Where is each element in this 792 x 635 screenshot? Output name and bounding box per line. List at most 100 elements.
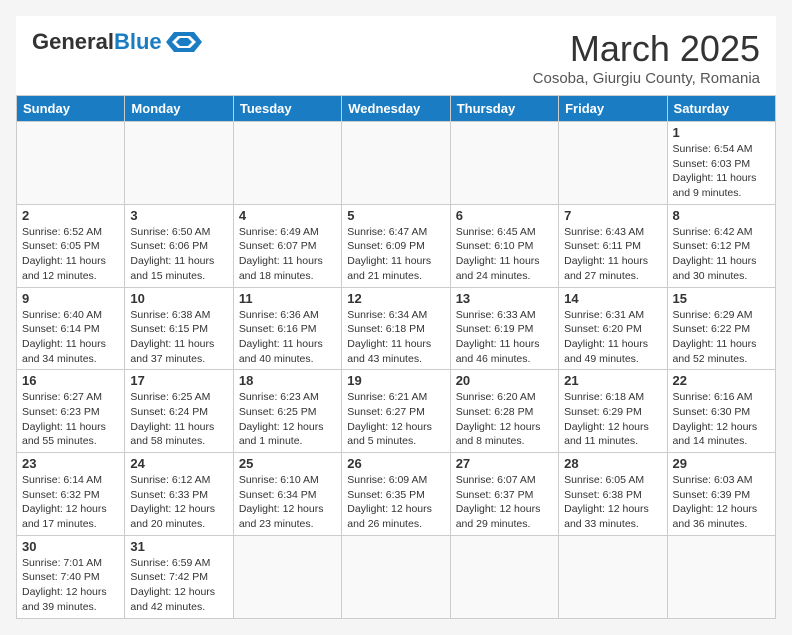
calendar-cell: 18 Sunrise: 6:23 AM Sunset: 6:25 PM Dayli… <box>233 370 341 453</box>
day-info: Sunrise: 6:36 AM Sunset: 6:16 PM Dayligh… <box>239 308 336 367</box>
calendar-cell: 8Sunrise: 6:42 AM Sunset: 6:12 PM Daylig… <box>667 204 775 287</box>
day-number: 18 <box>239 373 336 388</box>
day-number: 12 <box>347 291 444 306</box>
calendar-cell: 17 Sunrise: 6:25 AM Sunset: 6:24 PM Dayli… <box>125 370 233 453</box>
day-number: 25 <box>239 456 336 471</box>
day-number: 11 <box>239 291 336 306</box>
day-info: Sunrise: 6:50 AM Sunset: 6:06 PM Dayligh… <box>130 225 227 284</box>
day-number: 7 <box>564 208 661 223</box>
calendar: Sunday Monday Tuesday Wednesday Thursday… <box>16 95 776 619</box>
calendar-cell: 13 Sunrise: 6:33 AM Sunset: 6:19 PM Dayli… <box>450 287 558 370</box>
day-number: 10 <box>130 291 227 306</box>
day-number: 13 <box>456 291 553 306</box>
day-number: 28 <box>564 456 661 471</box>
day-number: 9 <box>22 291 119 306</box>
day-number: 4 <box>239 208 336 223</box>
day-info: Sunrise: 6:25 AM Sunset: 6:24 PM Dayligh… <box>130 390 227 449</box>
day-info: Sunrise: 6:47 AM Sunset: 6:09 PM Dayligh… <box>347 225 444 284</box>
calendar-week-row: 23 Sunrise: 6:14 AM Sunset: 6:32 PM Dayli… <box>17 453 776 536</box>
calendar-cell: 11 Sunrise: 6:36 AM Sunset: 6:16 PM Dayli… <box>233 287 341 370</box>
day-info: Sunrise: 6:18 AM Sunset: 6:29 PM Dayligh… <box>564 390 661 449</box>
calendar-cell: 31Sunrise: 6:59 AM Sunset: 7:42 PM Dayli… <box>125 535 233 618</box>
calendar-cell <box>233 535 341 618</box>
calendar-week-row: 2 Sunrise: 6:52 AM Sunset: 6:05 PM Daylig… <box>17 204 776 287</box>
day-info: Sunrise: 6:43 AM Sunset: 6:11 PM Dayligh… <box>564 225 661 284</box>
day-info: Sunrise: 6:52 AM Sunset: 6:05 PM Dayligh… <box>22 225 119 284</box>
calendar-cell <box>233 122 341 205</box>
day-info: Sunrise: 6:07 AM Sunset: 6:37 PM Dayligh… <box>456 473 553 532</box>
calendar-cell: 4Sunrise: 6:49 AM Sunset: 6:07 PM Daylig… <box>233 204 341 287</box>
col-thursday: Thursday <box>450 96 558 122</box>
calendar-cell <box>450 122 558 205</box>
col-friday: Friday <box>559 96 667 122</box>
calendar-cell: 9 Sunrise: 6:40 AM Sunset: 6:14 PM Daylig… <box>17 287 125 370</box>
day-info: Sunrise: 6:34 AM Sunset: 6:18 PM Dayligh… <box>347 308 444 367</box>
day-info: Sunrise: 6:14 AM Sunset: 6:32 PM Dayligh… <box>22 473 119 532</box>
calendar-cell <box>17 122 125 205</box>
calendar-cell: 30 Sunrise: 7:01 AM Sunset: 7:40 PM Dayli… <box>17 535 125 618</box>
title-block: March 2025 Cosoba, Giurgiu County, Roman… <box>533 28 760 87</box>
calendar-cell: 6Sunrise: 6:45 AM Sunset: 6:10 PM Daylig… <box>450 204 558 287</box>
day-info: Sunrise: 7:01 AM Sunset: 7:40 PM Dayligh… <box>22 556 119 615</box>
day-number: 21 <box>564 373 661 388</box>
calendar-cell: 3Sunrise: 6:50 AM Sunset: 6:06 PM Daylig… <box>125 204 233 287</box>
day-info: Sunrise: 6:20 AM Sunset: 6:28 PM Dayligh… <box>456 390 553 449</box>
day-number: 15 <box>673 291 770 306</box>
day-info: Sunrise: 6:03 AM Sunset: 6:39 PM Dayligh… <box>673 473 770 532</box>
header: GeneralBlue March 2025 Cosoba, Giurgiu C… <box>16 16 776 95</box>
calendar-cell: 15Sunrise: 6:29 AM Sunset: 6:22 PM Dayli… <box>667 287 775 370</box>
calendar-cell: 27 Sunrise: 6:07 AM Sunset: 6:37 PM Dayli… <box>450 453 558 536</box>
day-info: Sunrise: 6:21 AM Sunset: 6:27 PM Dayligh… <box>347 390 444 449</box>
col-tuesday: Tuesday <box>233 96 341 122</box>
calendar-cell: 29Sunrise: 6:03 AM Sunset: 6:39 PM Dayli… <box>667 453 775 536</box>
day-number: 17 <box>130 373 227 388</box>
calendar-cell <box>342 122 450 205</box>
day-info: Sunrise: 6:09 AM Sunset: 6:35 PM Dayligh… <box>347 473 444 532</box>
col-sunday: Sunday <box>17 96 125 122</box>
day-number: 24 <box>130 456 227 471</box>
day-info: Sunrise: 6:38 AM Sunset: 6:15 PM Dayligh… <box>130 308 227 367</box>
logo: GeneralBlue <box>32 28 202 56</box>
logo-general: General <box>32 29 114 54</box>
day-number: 2 <box>22 208 119 223</box>
calendar-cell <box>559 535 667 618</box>
calendar-cell: 21 Sunrise: 6:18 AM Sunset: 6:29 PM Dayli… <box>559 370 667 453</box>
day-number: 27 <box>456 456 553 471</box>
day-info: Sunrise: 6:31 AM Sunset: 6:20 PM Dayligh… <box>564 308 661 367</box>
day-number: 14 <box>564 291 661 306</box>
day-number: 19 <box>347 373 444 388</box>
subtitle: Cosoba, Giurgiu County, Romania <box>533 70 760 87</box>
calendar-cell: 23 Sunrise: 6:14 AM Sunset: 6:32 PM Dayli… <box>17 453 125 536</box>
day-number: 8 <box>673 208 770 223</box>
logo-blue: Blue <box>114 29 162 54</box>
day-info: Sunrise: 6:54 AM Sunset: 6:03 PM Dayligh… <box>673 142 770 201</box>
calendar-cell: 5 Sunrise: 6:47 AM Sunset: 6:09 PM Daylig… <box>342 204 450 287</box>
day-number: 30 <box>22 539 119 554</box>
day-number: 23 <box>22 456 119 471</box>
day-number: 1 <box>673 125 770 140</box>
day-info: Sunrise: 6:27 AM Sunset: 6:23 PM Dayligh… <box>22 390 119 449</box>
calendar-cell <box>667 535 775 618</box>
calendar-cell <box>450 535 558 618</box>
month-title: March 2025 <box>533 28 760 70</box>
day-number: 6 <box>456 208 553 223</box>
day-info: Sunrise: 6:12 AM Sunset: 6:33 PM Dayligh… <box>130 473 227 532</box>
calendar-cell: 16Sunrise: 6:27 AM Sunset: 6:23 PM Dayli… <box>17 370 125 453</box>
calendar-cell: 24 Sunrise: 6:12 AM Sunset: 6:33 PM Dayli… <box>125 453 233 536</box>
calendar-week-row: 9 Sunrise: 6:40 AM Sunset: 6:14 PM Daylig… <box>17 287 776 370</box>
col-wednesday: Wednesday <box>342 96 450 122</box>
day-number: 5 <box>347 208 444 223</box>
calendar-cell: 10 Sunrise: 6:38 AM Sunset: 6:15 PM Dayli… <box>125 287 233 370</box>
day-info: Sunrise: 6:33 AM Sunset: 6:19 PM Dayligh… <box>456 308 553 367</box>
day-info: Sunrise: 6:05 AM Sunset: 6:38 PM Dayligh… <box>564 473 661 532</box>
logo-text: GeneralBlue <box>32 31 162 53</box>
calendar-cell: 19 Sunrise: 6:21 AM Sunset: 6:27 PM Dayli… <box>342 370 450 453</box>
day-number: 20 <box>456 373 553 388</box>
day-info: Sunrise: 6:23 AM Sunset: 6:25 PM Dayligh… <box>239 390 336 449</box>
day-info: Sunrise: 6:40 AM Sunset: 6:14 PM Dayligh… <box>22 308 119 367</box>
calendar-week-row: 16Sunrise: 6:27 AM Sunset: 6:23 PM Dayli… <box>17 370 776 453</box>
day-number: 22 <box>673 373 770 388</box>
logo-icon <box>166 28 202 56</box>
day-number: 31 <box>130 539 227 554</box>
calendar-week-row: 30 Sunrise: 7:01 AM Sunset: 7:40 PM Dayli… <box>17 535 776 618</box>
